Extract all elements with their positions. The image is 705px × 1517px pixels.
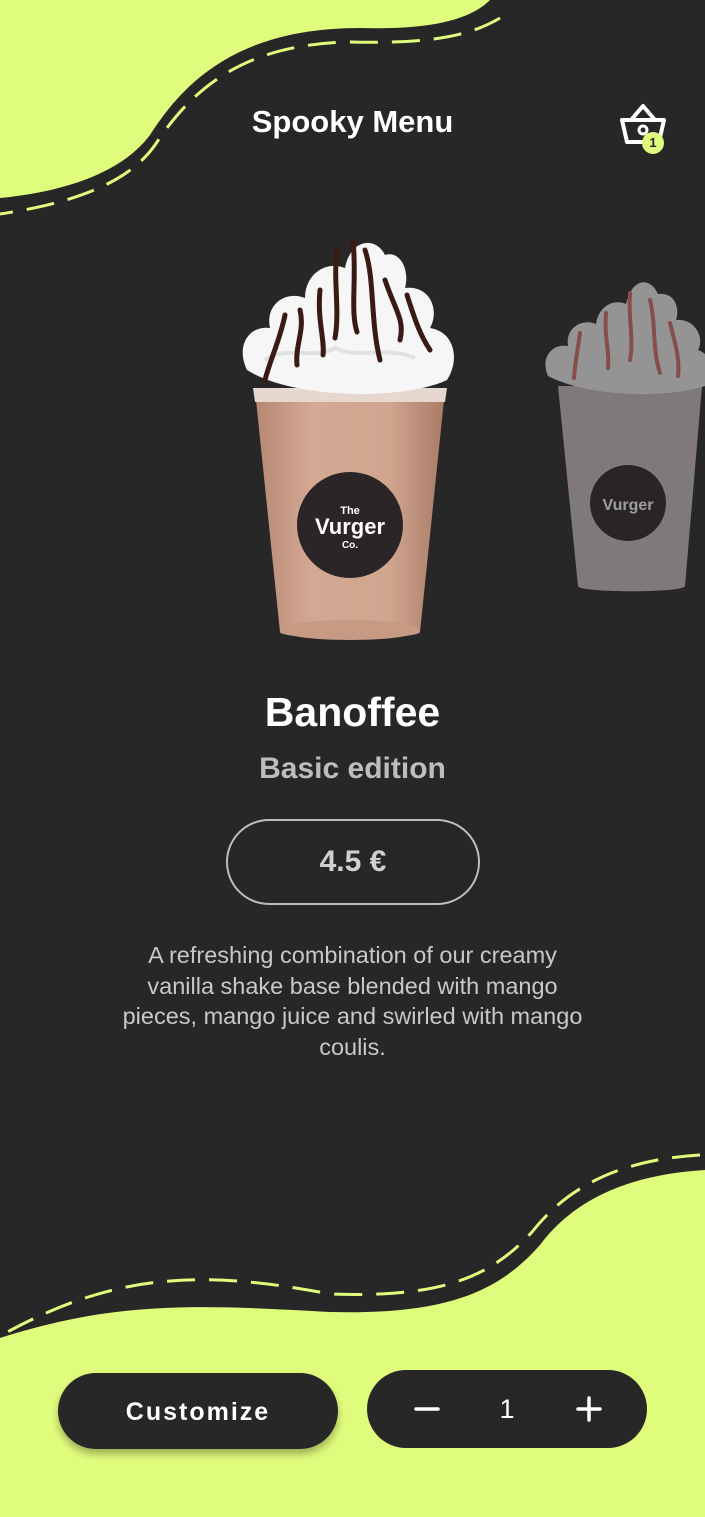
decrement-button[interactable] [407, 1389, 447, 1429]
quantity-stepper[interactable]: 1 [367, 1370, 647, 1448]
product-description: A refreshing combination of our creamy v… [122, 942, 583, 1060]
customize-button[interactable]: Customize [58, 1373, 338, 1449]
next-cup-logo-main: Vurger [603, 497, 654, 514]
cup-logo-sub: Co. [342, 540, 358, 551]
quantity-value: 1 [499, 1394, 515, 1424]
increment-button[interactable] [569, 1389, 609, 1429]
cup-logo-main: Vurger [315, 514, 386, 539]
product-edition: Basic edition [259, 752, 446, 785]
basket-button[interactable]: 1 [612, 96, 672, 156]
top-wave-shape [0, 0, 490, 198]
plus-icon [576, 1396, 602, 1422]
minus-icon [414, 1407, 440, 1411]
product-detail-screen: Spooky Menu 1 The Vurger Co. Vurger Bano… [0, 0, 705, 1517]
bottom-wave-shape [0, 1170, 705, 1517]
basket-count-badge: 1 [642, 132, 664, 154]
next-product-image[interactable]: Vurger [540, 268, 705, 598]
product-image[interactable]: The Vurger Co. [225, 220, 475, 650]
product-name: Banoffee [264, 689, 441, 735]
page-title: Spooky Menu [251, 104, 454, 139]
price-badge: 4.5 € [226, 819, 480, 905]
